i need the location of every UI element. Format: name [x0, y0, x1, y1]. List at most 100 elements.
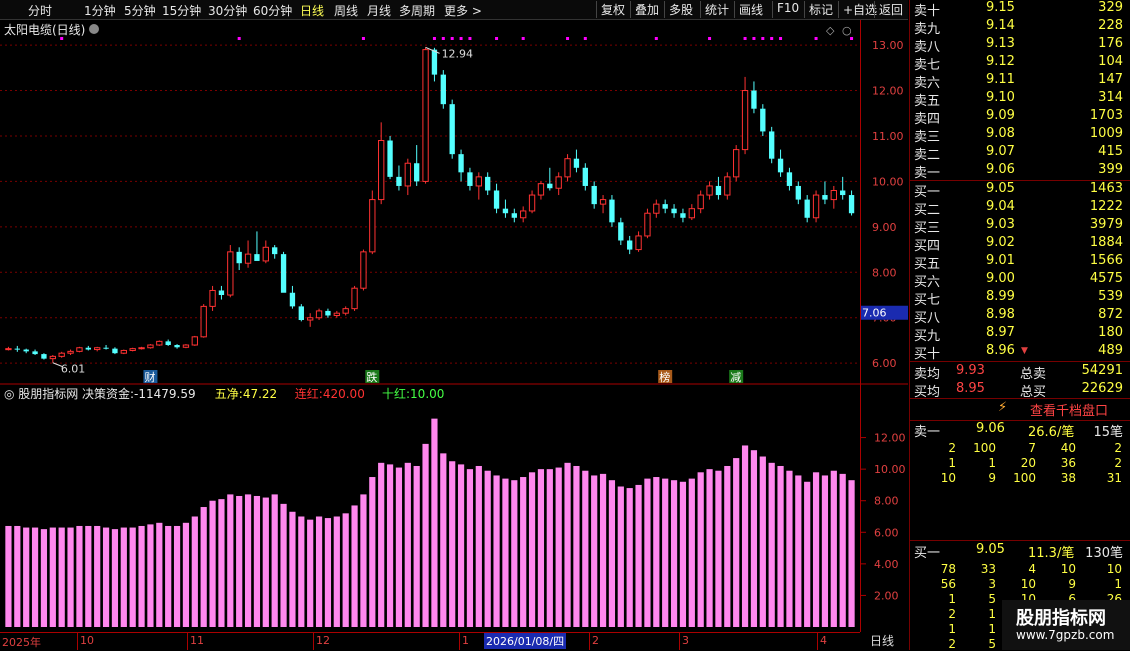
toolbar-button-8[interactable]: 返回 — [874, 1, 907, 18]
candle-body[interactable] — [41, 354, 47, 359]
candle-body[interactable] — [688, 208, 695, 219]
candle-body[interactable] — [573, 158, 580, 168]
candle-body[interactable] — [555, 176, 562, 189]
candle-body[interactable] — [174, 345, 180, 348]
candle-body[interactable] — [76, 347, 83, 352]
candle-body[interactable] — [94, 347, 101, 351]
candle-body[interactable] — [23, 349, 29, 352]
candle-body[interactable] — [733, 149, 740, 178]
candle-body[interactable] — [760, 108, 766, 132]
candle-body[interactable] — [244, 253, 252, 264]
sell-level-7[interactable]: 卖七 9.12 104 — [910, 54, 1130, 73]
toolbar-button-1[interactable]: 叠加 — [630, 1, 663, 18]
candle-body[interactable] — [378, 140, 385, 201]
candle-body[interactable] — [840, 190, 846, 196]
candle-body[interactable] — [129, 348, 136, 351]
candle-body[interactable] — [254, 254, 260, 261]
sell-level-3[interactable]: 卖三 9.08 1009 — [910, 126, 1130, 145]
candle-body[interactable] — [5, 348, 12, 351]
toolbar-button-4[interactable]: 画线 — [734, 1, 767, 18]
candle-body[interactable] — [769, 131, 775, 159]
period-8[interactable]: 月线 — [367, 2, 391, 19]
candle-body[interactable] — [547, 183, 553, 189]
candle-body[interactable] — [103, 347, 109, 349]
candle-body[interactable] — [485, 176, 491, 191]
candle-body[interactable] — [218, 290, 225, 296]
candle-body[interactable] — [209, 289, 216, 307]
candle-body[interactable] — [422, 49, 429, 182]
candle-body[interactable] — [564, 158, 571, 178]
candle-body[interactable] — [236, 251, 242, 264]
candlestick-chart[interactable]: 13.0012.0011.0010.009.008.007.006.00太阳电缆… — [0, 20, 908, 385]
candle-body[interactable] — [591, 185, 597, 205]
buy-level-8[interactable]: 买八 8.98 872 — [910, 307, 1130, 326]
sell-level-1[interactable]: 卖一 9.06 399 — [910, 162, 1130, 181]
circle-icon[interactable]: ○ — [842, 24, 852, 37]
candle-body[interactable] — [475, 176, 482, 187]
candle-body[interactable] — [431, 49, 438, 75]
candle-body[interactable] — [200, 305, 207, 338]
candle-body[interactable] — [812, 194, 820, 219]
view-depth-button[interactable]: ⚡ 查看千档盘口 — [910, 399, 1130, 419]
period-10[interactable]: 更多 > — [444, 2, 482, 19]
period-1[interactable]: 1分钟 — [84, 2, 116, 19]
sell-level-9[interactable]: 卖九 9.14 228 — [910, 18, 1130, 37]
candle-body[interactable] — [467, 172, 473, 186]
toolbar-button-5[interactable]: F10 — [772, 1, 803, 18]
candle-body[interactable] — [706, 185, 713, 196]
candle-body[interactable] — [609, 199, 615, 223]
candle-body[interactable] — [458, 154, 464, 173]
candle-body[interactable] — [32, 351, 38, 355]
candle-body[interactable] — [697, 194, 704, 210]
candle-body[interactable] — [582, 167, 588, 186]
candle-body[interactable] — [67, 350, 74, 354]
candle-body[interactable] — [804, 199, 810, 218]
candle-body[interactable] — [289, 292, 296, 307]
candle-body[interactable] — [715, 185, 722, 196]
period-tab-daily[interactable]: 日线 — [870, 632, 894, 649]
period-5[interactable]: 60分钟 — [253, 2, 292, 19]
candle-body[interactable] — [182, 344, 190, 348]
candle-body[interactable] — [191, 336, 198, 346]
candle-body[interactable] — [49, 355, 56, 360]
toolbar-button-6[interactable]: 标记 — [804, 1, 837, 18]
period-2[interactable]: 5分钟 — [124, 2, 156, 19]
buy-level-4[interactable]: 买四 9.02 1884 — [910, 235, 1130, 254]
diamond-icon[interactable]: ◇ — [826, 24, 835, 37]
candle-body[interactable] — [307, 317, 314, 321]
candle-body[interactable] — [528, 194, 536, 212]
candle-body[interactable] — [662, 204, 668, 209]
candle-body[interactable] — [351, 287, 358, 310]
sell-level-6[interactable]: 卖六 9.11 147 — [910, 72, 1130, 91]
buy-level-9[interactable]: 买九 8.97 180 — [910, 325, 1130, 344]
candle-body[interactable] — [635, 235, 642, 251]
candle-body[interactable] — [404, 162, 411, 187]
candle-body[interactable] — [830, 190, 837, 201]
candle-body[interactable] — [795, 185, 801, 200]
candle-body[interactable] — [671, 208, 677, 214]
candle-body[interactable] — [280, 254, 287, 293]
toolbar-button-2[interactable]: 多股 — [664, 1, 697, 18]
buy-level-1[interactable]: 买一 9.05 1463 — [910, 181, 1130, 200]
buy-level-6[interactable]: 买六 9.00 4575 — [910, 271, 1130, 290]
sell-level-10[interactable]: 卖十 9.15 329 — [910, 0, 1130, 19]
candle-body[interactable] — [325, 310, 331, 316]
candle-body[interactable] — [822, 195, 828, 200]
sell-level-4[interactable]: 卖四 9.09 1703 — [910, 108, 1130, 127]
candle-body[interactable] — [156, 340, 163, 346]
candle-body[interactable] — [14, 348, 20, 350]
candle-body[interactable] — [502, 208, 509, 214]
candle-body[interactable] — [120, 349, 127, 354]
candle-body[interactable] — [298, 306, 304, 321]
candle-body[interactable] — [315, 310, 323, 319]
candle-body[interactable] — [58, 352, 65, 357]
candle-body[interactable] — [644, 212, 651, 237]
period-0[interactable]: 分时 — [28, 2, 52, 19]
period-3[interactable]: 15分钟 — [162, 2, 201, 19]
buy-level-7[interactable]: 买七 8.99 539 — [910, 289, 1130, 308]
candle-body[interactable] — [786, 172, 793, 186]
candle-body[interactable] — [653, 203, 660, 214]
toolbar-button-3[interactable]: 统计 — [700, 1, 733, 18]
period-6[interactable]: 日线 — [300, 2, 324, 19]
candle-body[interactable] — [680, 213, 686, 218]
